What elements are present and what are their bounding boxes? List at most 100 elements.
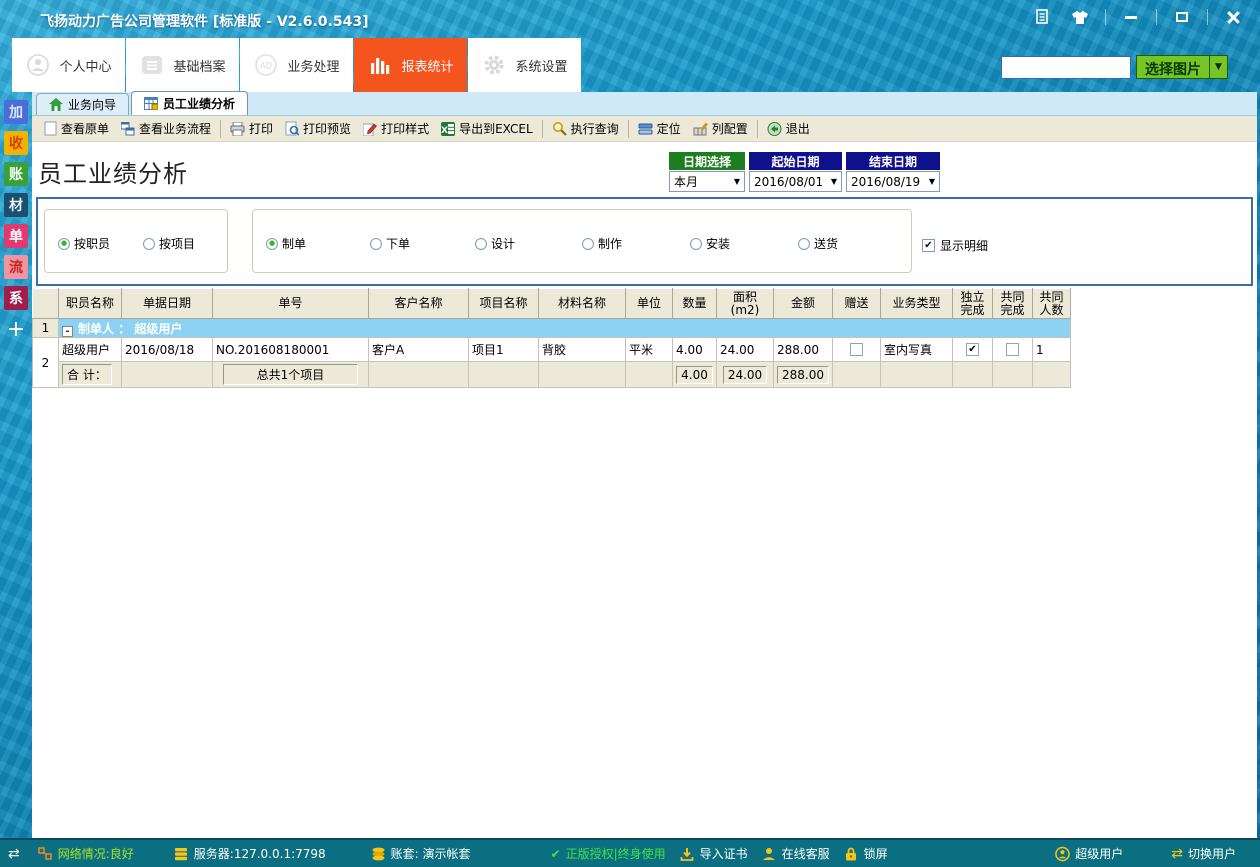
run-query-button[interactable]: 执行查询 (546, 118, 625, 139)
maximize-button[interactable] (1169, 6, 1195, 28)
col-header[interactable]: 共同完成 (993, 289, 1033, 319)
col-header[interactable]: 单位 (626, 289, 673, 319)
sidebar-item-add[interactable]: 加 (4, 100, 28, 124)
collapse-icon[interactable]: - (62, 326, 73, 337)
show-detail-checkbox[interactable]: ✔ 显示明细 (922, 237, 988, 254)
switch-user[interactable]: ⇄ 切换用户 (1171, 845, 1236, 862)
col-header[interactable]: 项目名称 (469, 289, 539, 319)
nav-base-archives[interactable]: 基础档案 (126, 38, 239, 92)
chevron-down-icon[interactable]: ▼ (1209, 56, 1227, 78)
col-header[interactable]: 材料名称 (539, 289, 626, 319)
cell-independent[interactable]: ✔ (953, 338, 993, 362)
empty-cell (122, 362, 213, 388)
nav-personal-center[interactable]: 个人中心 (12, 38, 125, 92)
nav-system-settings[interactable]: 系统设置 (468, 38, 581, 92)
col-header[interactable]: 金额 (774, 289, 833, 319)
exit-button[interactable]: 退出 (761, 118, 816, 139)
col-header[interactable]: 职员名称 (59, 289, 122, 319)
tool-label: 打印样式 (381, 120, 429, 137)
independent-checkbox[interactable]: ✔ (966, 343, 979, 356)
col-header[interactable]: 客户名称 (369, 289, 469, 319)
cell-area[interactable]: 24.00 (717, 338, 774, 362)
end-date-select[interactable]: 2016/08/19 ▼ (846, 171, 940, 192)
cell-customer[interactable]: 客户A (369, 338, 469, 362)
cell-amount[interactable]: 288.00 (774, 338, 833, 362)
sidebar-item-system[interactable]: 系 (4, 286, 28, 310)
online-service[interactable]: 在线客服 (762, 845, 830, 862)
group-row[interactable]: 1 -制单人 ： 超级用户 (33, 319, 1071, 338)
resize-handle-icon[interactable]: ⇄ (8, 846, 20, 862)
col-header[interactable]: 数量 (673, 289, 717, 319)
sidebar-item-order[interactable]: 单 (4, 224, 28, 248)
locate-button[interactable]: 定位 (632, 118, 687, 139)
app-window: 飞扬动力广告公司管理软件 [标准版 - V2.6.0.543] 个人中心 (0, 0, 1260, 867)
total-area: 24.00 (723, 366, 767, 384)
cell-joint[interactable] (993, 338, 1033, 362)
cell-project[interactable]: 项目1 (469, 338, 539, 362)
col-header[interactable]: 业务类型 (881, 289, 953, 319)
date-range-select[interactable]: 本月 ▼ (669, 171, 745, 192)
sidebar-item-flow[interactable]: 流 (4, 255, 28, 279)
print-button[interactable]: 打印 (224, 118, 279, 139)
cell-unit[interactable]: 平米 (626, 338, 673, 362)
tab-employee-performance[interactable]: 员工业绩分析 (131, 91, 248, 115)
tabstrip: 业务向导 员工业绩分析 (32, 92, 1257, 116)
radio-label: 安装 (706, 235, 730, 252)
print-preview-button[interactable]: 打印预览 (279, 118, 357, 139)
notes-icon[interactable] (1029, 6, 1055, 28)
view-business-flow-button[interactable]: 查看业务流程 (115, 118, 217, 139)
sidebar-item-receive[interactable]: 收 (4, 131, 28, 155)
skin-icon[interactable] (1067, 6, 1093, 28)
radio-install[interactable]: 安装 (690, 235, 730, 252)
start-date-select[interactable]: 2016/08/01 ▼ (749, 171, 842, 192)
nav-business-process[interactable]: AD 业务处理 (240, 38, 353, 92)
cell-order-no[interactable]: NO.201608180001 (213, 338, 369, 362)
print-preview-icon (285, 121, 299, 136)
col-header[interactable]: 单据日期 (122, 289, 213, 319)
current-user[interactable]: 超级用户 (1055, 845, 1123, 862)
table-row[interactable]: 2 超级用户 2016/08/18 NO.201608180001 客户A 项目… (33, 338, 1071, 362)
view-original-order-button[interactable]: 查看原单 (38, 118, 115, 139)
cell-employee[interactable]: 超级用户 (59, 338, 122, 362)
radio-deliver[interactable]: 送货 (798, 235, 838, 252)
close-button[interactable] (1220, 6, 1246, 28)
cell-quantity[interactable]: 4.00 (673, 338, 717, 362)
choose-image-button[interactable]: 选择图片 ▼ (1136, 55, 1228, 79)
radio-by-project[interactable]: 按项目 (143, 235, 195, 252)
tab-business-wizard[interactable]: 业务向导 (36, 93, 129, 115)
radio-place-order[interactable]: 下单 (370, 235, 410, 252)
col-header[interactable]: 面积(m2) (717, 289, 774, 319)
col-header[interactable]: 单号 (213, 289, 369, 319)
gift-checkbox[interactable] (850, 343, 863, 356)
network-status: 网络情况:良好 (38, 845, 134, 862)
column-config-button[interactable]: 列配置 (687, 118, 754, 139)
col-header[interactable]: 独立完成 (953, 289, 993, 319)
cell-joint-count[interactable]: 1 (1033, 338, 1071, 362)
lock-screen[interactable]: 锁屏 (844, 845, 888, 862)
radio-design[interactable]: 设计 (475, 235, 515, 252)
radio-by-employee[interactable]: ● 按职员 (58, 235, 110, 252)
import-cert[interactable]: 导入证书 (680, 845, 748, 862)
sidebar-item-plus[interactable]: + (4, 317, 28, 341)
nav-report-statistics[interactable]: 报表统计 (354, 38, 467, 92)
col-header[interactable] (33, 289, 59, 319)
tool-label: 列配置 (712, 120, 748, 137)
export-excel-button[interactable]: X 导出到EXCEL (435, 118, 539, 139)
radio-make-order[interactable]: ● 制单 (266, 235, 306, 252)
cell-material[interactable]: 背胶 (539, 338, 626, 362)
radio-produce[interactable]: 制作 (582, 235, 622, 252)
col-header[interactable]: 赠送 (833, 289, 881, 319)
joint-checkbox[interactable] (1006, 343, 1019, 356)
cell-business-type[interactable]: 室内写真 (881, 338, 953, 362)
cell-gift[interactable] (833, 338, 881, 362)
print-style-button[interactable]: 打印样式 (357, 118, 435, 139)
image-path-input[interactable] (1001, 56, 1131, 79)
sidebar-item-material[interactable]: 材 (4, 193, 28, 217)
group-header-cell[interactable]: -制单人 ： 超级用户 (59, 319, 1071, 338)
cell-date[interactable]: 2016/08/18 (122, 338, 213, 362)
sidebar-item-account[interactable]: 账 (4, 162, 28, 186)
coins-icon (371, 846, 386, 861)
end-date-header: 结束日期 (846, 152, 940, 170)
col-header[interactable]: 共同人数 (1033, 289, 1071, 319)
minimize-button[interactable] (1118, 6, 1144, 28)
